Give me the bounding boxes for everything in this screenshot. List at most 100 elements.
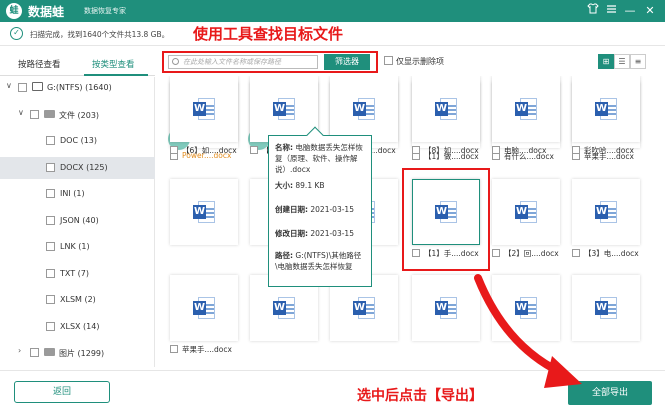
- file-checkbox[interactable]: [412, 146, 420, 154]
- close-button[interactable]: ✕: [642, 3, 658, 19]
- tree-item-checkbox[interactable]: [46, 136, 55, 145]
- tab-by-type[interactable]: 按类型查看: [92, 58, 135, 70]
- filter-button[interactable]: 筛选器: [324, 54, 370, 70]
- only-deleted-toggle[interactable]: 仅显示删除项: [384, 56, 444, 67]
- chevron-down-icon[interactable]: ∨: [6, 81, 12, 90]
- list-view-icon[interactable]: ☰: [614, 54, 630, 69]
- file-thumbnail[interactable]: W: [170, 275, 238, 341]
- file-thumbnail[interactable]: W: [412, 275, 480, 341]
- file-checkbox[interactable]: [572, 146, 580, 154]
- tree-item[interactable]: JSON (40): [0, 210, 155, 232]
- file-thumbnail[interactable]: W: [492, 76, 560, 142]
- file-card[interactable]: W 【6】如....docx: [170, 76, 238, 155]
- grid-view-icon[interactable]: ⊞: [598, 54, 614, 69]
- annotation-bottom: 选中后点击【导出】: [357, 388, 483, 404]
- file-card[interactable]: W 苹果手....docx: [170, 275, 238, 354]
- annotation-box-selected-file: [402, 168, 490, 271]
- tree-item[interactable]: ∨ 文件 (203): [0, 104, 155, 126]
- tooltip-name-label: 名称:: [275, 143, 293, 152]
- tree-item-label: INI (1): [60, 189, 85, 198]
- file-card[interactable]: W 【3】电....docx: [572, 179, 640, 258]
- tree-item-label: TXT (7): [60, 268, 89, 278]
- file-name: 【6】如....docx: [182, 146, 237, 155]
- tab-by-path[interactable]: 按路径查看: [18, 58, 61, 70]
- tree-item-label: XLSM (2): [60, 295, 96, 304]
- search-input[interactable]: 在此处输入文件名称或保存路径: [168, 55, 318, 69]
- word-document-icon: W: [595, 297, 617, 319]
- word-document-icon: W: [595, 98, 617, 120]
- tree-item[interactable]: LNK (1): [0, 236, 155, 258]
- tree-item[interactable]: XLSX (14): [0, 316, 155, 338]
- tree-item-label: XLSX (14): [60, 321, 100, 331]
- file-checkbox[interactable]: [492, 146, 500, 154]
- file-thumbnail[interactable]: W: [572, 179, 640, 245]
- file-thumbnail[interactable]: W: [170, 76, 238, 142]
- file-card[interactable]: W 彩吹哈....docx: [572, 76, 640, 155]
- tree-item-label: DOC (13): [60, 136, 98, 145]
- file-checkbox[interactable]: [250, 146, 258, 154]
- file-card[interactable]: W: [412, 275, 480, 351]
- chevron-right-icon[interactable]: ›: [18, 346, 21, 355]
- tree-item-checkbox[interactable]: [46, 189, 55, 198]
- file-card[interactable]: W: [572, 275, 640, 351]
- tree-item-checkbox[interactable]: [46, 321, 55, 331]
- file-checkbox[interactable]: [572, 249, 580, 257]
- tooltip-created-label: 创建日期:: [275, 205, 308, 214]
- folder-icon: [44, 109, 55, 118]
- tree-item[interactable]: ∨ G:(NTFS) (1640): [0, 77, 155, 99]
- tooltip-modified-label: 修改日期:: [275, 229, 308, 238]
- file-card[interactable]: W: [170, 179, 238, 255]
- tree-item[interactable]: › 图片 (1299): [0, 342, 155, 364]
- back-button[interactable]: 返回: [14, 381, 110, 403]
- tree-item-checkbox[interactable]: [18, 83, 27, 92]
- file-card[interactable]: W 【8】如....docx: [412, 76, 480, 155]
- file-thumbnail[interactable]: W: [572, 275, 640, 341]
- tree-item[interactable]: TXT (7): [0, 263, 155, 285]
- word-document-icon: W: [193, 98, 215, 120]
- file-checkbox[interactable]: [170, 345, 178, 353]
- file-thumbnail[interactable]: W: [492, 275, 560, 341]
- tree-item[interactable]: XLSM (2): [0, 289, 155, 311]
- file-thumbnail[interactable]: W: [330, 76, 398, 142]
- file-card[interactable]: W: [492, 275, 560, 351]
- word-document-icon: W: [595, 201, 617, 223]
- file-name: 【8】如....docx: [424, 146, 479, 155]
- tree-item-checkbox[interactable]: [30, 109, 39, 119]
- file-info-tooltip: 名称: 电脑数据丢失怎样恢复（原理、软件、操作解说）.docx 大小: 89.1…: [268, 126, 372, 287]
- tooltip-size-label: 大小:: [275, 181, 293, 190]
- annotation-top: 使用工具查找目标文件: [193, 25, 344, 43]
- file-checkbox[interactable]: [492, 249, 500, 257]
- tree-item[interactable]: DOCX (125): [0, 156, 155, 179]
- tree-item-checkbox[interactable]: [46, 215, 55, 225]
- detail-view-icon[interactable]: ≡: [630, 54, 646, 69]
- file-thumbnail[interactable]: W: [492, 179, 560, 245]
- file-card[interactable]: W 电脑....docx: [492, 76, 560, 155]
- tooltip-created-value: 2021-03-15: [310, 205, 354, 214]
- menu-icon[interactable]: [603, 3, 619, 19]
- file-thumbnail[interactable]: W: [412, 76, 480, 142]
- export-all-button[interactable]: 全部导出: [568, 381, 652, 405]
- file-checkbox[interactable]: [170, 146, 178, 154]
- file-card[interactable]: W 【2】回....docx: [492, 179, 560, 258]
- tree-item-checkbox[interactable]: [46, 242, 55, 251]
- disk-icon: [32, 82, 43, 91]
- word-document-icon: W: [435, 297, 457, 319]
- file-name: 【2】回....docx: [504, 249, 559, 258]
- file-name: 彩吹哈....docx: [584, 146, 634, 155]
- tooltip-modified-value: 2021-03-15: [310, 229, 354, 238]
- file-thumbnail[interactable]: W: [170, 179, 238, 245]
- tree-item[interactable]: INI (1): [0, 183, 155, 205]
- only-deleted-checkbox[interactable]: [384, 56, 393, 65]
- minimize-button[interactable]: —: [622, 3, 638, 19]
- shirt-icon[interactable]: [585, 3, 601, 19]
- tree-item-checkbox[interactable]: [46, 295, 55, 304]
- tree-item-checkbox[interactable]: [46, 162, 55, 172]
- tree-item[interactable]: DOC (13): [0, 130, 155, 152]
- word-document-icon: W: [273, 297, 295, 319]
- chevron-down-icon[interactable]: ∨: [18, 108, 24, 117]
- tree-item-checkbox[interactable]: [30, 348, 39, 357]
- search-placeholder: 在此处输入文件名称或保存路径: [183, 58, 281, 66]
- tree-item-checkbox[interactable]: [46, 268, 55, 278]
- file-thumbnail[interactable]: W: [572, 76, 640, 142]
- word-document-icon: W: [515, 297, 537, 319]
